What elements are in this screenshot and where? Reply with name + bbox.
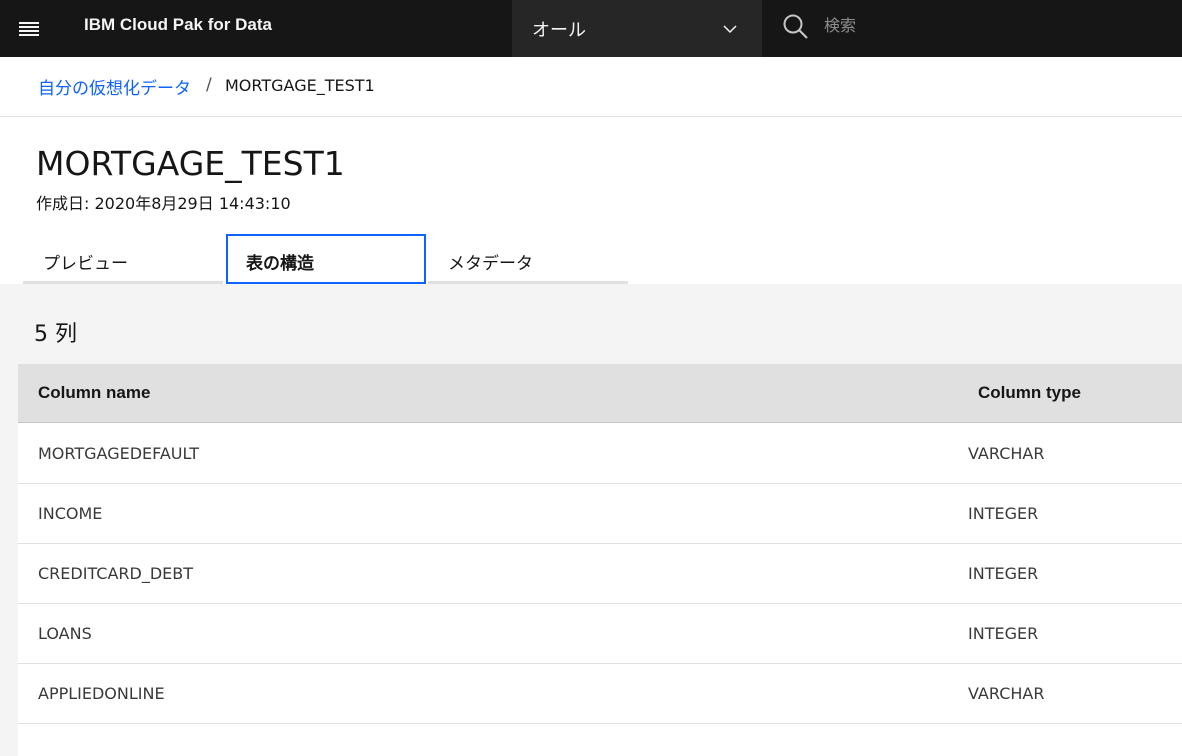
table-row[interactable]: INCOME INTEGER — [18, 484, 1182, 544]
cell-column-type: INTEGER — [968, 564, 1039, 583]
header-column-name[interactable]: Column name — [38, 383, 150, 403]
search-icon — [783, 14, 808, 39]
chevron-down-icon — [723, 25, 737, 34]
cell-column-name: MORTGAGEDEFAULT — [38, 444, 199, 463]
top-header: IBM Cloud Pak for Data オール — [0, 0, 1182, 57]
product-name[interactable]: IBM Cloud Pak for Data — [84, 15, 272, 37]
breadcrumb-separator: / — [206, 75, 212, 95]
cell-column-type: VARCHAR — [968, 444, 1045, 463]
tab-label: メタデータ — [448, 254, 533, 274]
tab-preview[interactable]: プレビュー — [23, 234, 223, 284]
tab-label: プレビュー — [43, 254, 128, 274]
search-input[interactable] — [824, 12, 1154, 38]
table-row[interactable]: APPLIEDONLINE VARCHAR — [18, 664, 1182, 724]
table-row[interactable]: CREDITCARD_DEBT INTEGER — [18, 544, 1182, 604]
table-row[interactable]: LOANS INTEGER — [18, 604, 1182, 664]
tab-table-structure[interactable]: 表の構造 — [226, 234, 426, 284]
cell-column-name: INCOME — [38, 504, 103, 523]
header-column-type[interactable]: Column type — [978, 383, 1081, 403]
columns-table: Column name Column type MORTGAGEDEFAULT … — [18, 364, 1182, 756]
search-scope-dropdown[interactable]: オール — [512, 0, 762, 57]
cell-column-name: APPLIEDONLINE — [38, 684, 165, 703]
created-date: 作成日: 2020年8月29日 14:43:10 — [36, 194, 291, 213]
column-count: 5 列 — [34, 322, 77, 347]
hamburger-menu-button[interactable] — [0, 0, 57, 57]
global-search[interactable] — [762, 0, 1182, 57]
page-title: MORTGAGE_TEST1 — [36, 144, 345, 183]
cell-column-name: LOANS — [38, 624, 92, 643]
cell-column-type: INTEGER — [968, 504, 1039, 523]
cell-column-type: VARCHAR — [968, 684, 1045, 703]
cell-column-type: INTEGER — [968, 624, 1039, 643]
breadcrumb-current: MORTGAGE_TEST1 — [225, 76, 375, 95]
table-row[interactable]: MORTGAGEDEFAULT VARCHAR — [18, 424, 1182, 484]
breadcrumb: 自分の仮想化データ / MORTGAGE_TEST1 — [0, 57, 1182, 117]
tab-label: 表の構造 — [246, 254, 314, 274]
cell-column-name: CREDITCARD_DEBT — [38, 564, 194, 583]
tab-metadata[interactable]: メタデータ — [428, 234, 628, 284]
tab-panel-table-structure: 5 列 Column name Column type MORTGAGEDEFA… — [0, 284, 1182, 756]
hamburger-menu-icon — [18, 21, 39, 36]
table-header: Column name Column type — [18, 364, 1182, 423]
search-scope-value: オール — [532, 19, 586, 41]
breadcrumb-link-virtualized-data[interactable]: 自分の仮想化データ — [38, 74, 191, 99]
